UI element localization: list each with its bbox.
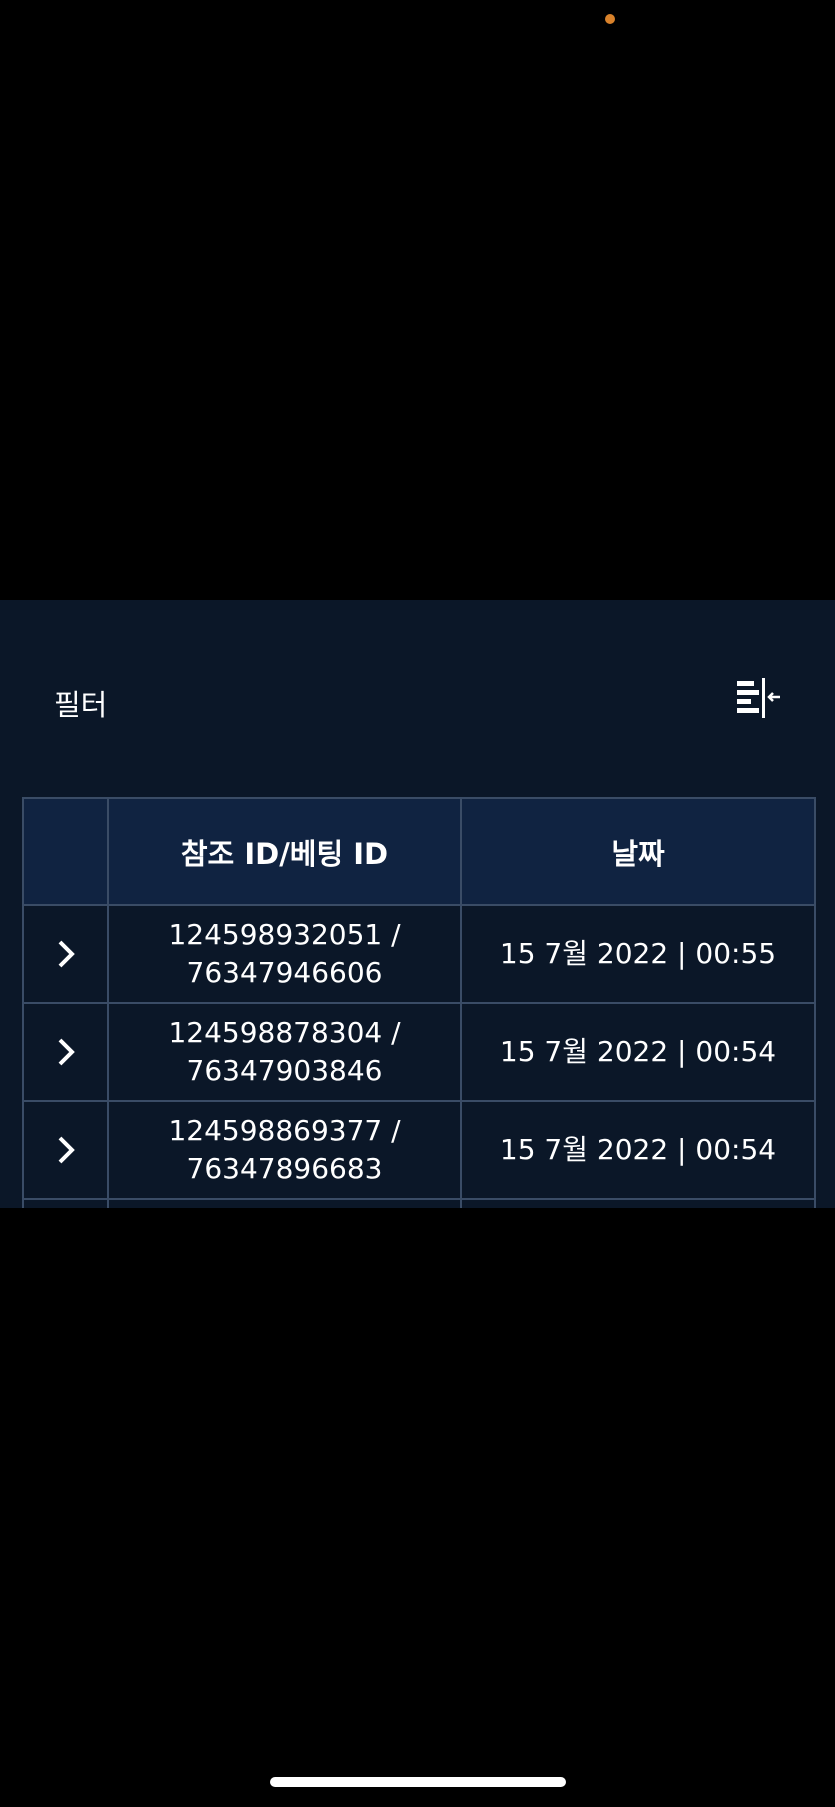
ref-id-text: 124598878304 / <box>168 1016 401 1049</box>
column-header-expand <box>22 797 109 906</box>
date-cell: 15 7월 2022 | 00:54 <box>460 1002 816 1102</box>
table-row[interactable]: 124598878304 / 76347903846 15 7월 2022 | … <box>22 1002 816 1102</box>
results-panel: 필터 참조 ID/베팅 ID 날짜 124598932051 / 7634794… <box>0 600 835 1208</box>
bet-history-table: 참조 ID/베팅 ID 날짜 124598932051 / 7634794660… <box>22 797 816 1208</box>
ref-bet-id-cell: 124598869377 / 76347896683 <box>107 1100 462 1200</box>
privacy-indicator-dot <box>605 14 615 24</box>
row-expand-button[interactable] <box>22 1002 109 1102</box>
home-indicator[interactable] <box>270 1777 566 1787</box>
table-row[interactable]: 124598869377 / 76347896683 15 7월 2022 | … <box>22 1100 816 1200</box>
collapse-columns-icon[interactable] <box>735 678 781 720</box>
ref-bet-id-cell: 124598878304 / 76347903846 <box>107 1002 462 1102</box>
date-cell <box>460 1198 816 1208</box>
date-cell: 15 7월 2022 | 00:55 <box>460 904 816 1004</box>
bet-id-text: 76347903846 <box>186 1054 383 1087</box>
filter-button[interactable]: 필터 <box>54 682 107 724</box>
chevron-right-icon <box>58 940 75 968</box>
screen: 필터 참조 ID/베팅 ID 날짜 124598932051 / 7634794… <box>0 0 835 1807</box>
ref-bet-id-cell: 124598932051 / 76347946606 <box>107 904 462 1004</box>
chevron-right-icon <box>58 1136 75 1164</box>
bet-id-text: 76347896683 <box>186 1152 383 1185</box>
ref-bet-id-cell <box>107 1198 462 1208</box>
column-header-ref-id[interactable]: 참조 ID/베팅 ID <box>107 797 462 906</box>
bet-id-text: 76347946606 <box>186 956 383 989</box>
table-row[interactable]: 124598932051 / 76347946606 15 7월 2022 | … <box>22 904 816 1004</box>
chevron-right-icon <box>58 1038 75 1066</box>
table-header-row: 참조 ID/베팅 ID 날짜 <box>22 797 816 906</box>
column-header-date[interactable]: 날짜 <box>460 797 816 906</box>
table-row[interactable] <box>22 1198 816 1208</box>
row-expand-button[interactable] <box>22 1198 109 1208</box>
row-expand-button[interactable] <box>22 904 109 1004</box>
ref-id-text: 124598932051 / <box>168 918 401 951</box>
date-cell: 15 7월 2022 | 00:54 <box>460 1100 816 1200</box>
row-expand-button[interactable] <box>22 1100 109 1200</box>
ref-id-text: 124598869377 / <box>168 1114 401 1147</box>
